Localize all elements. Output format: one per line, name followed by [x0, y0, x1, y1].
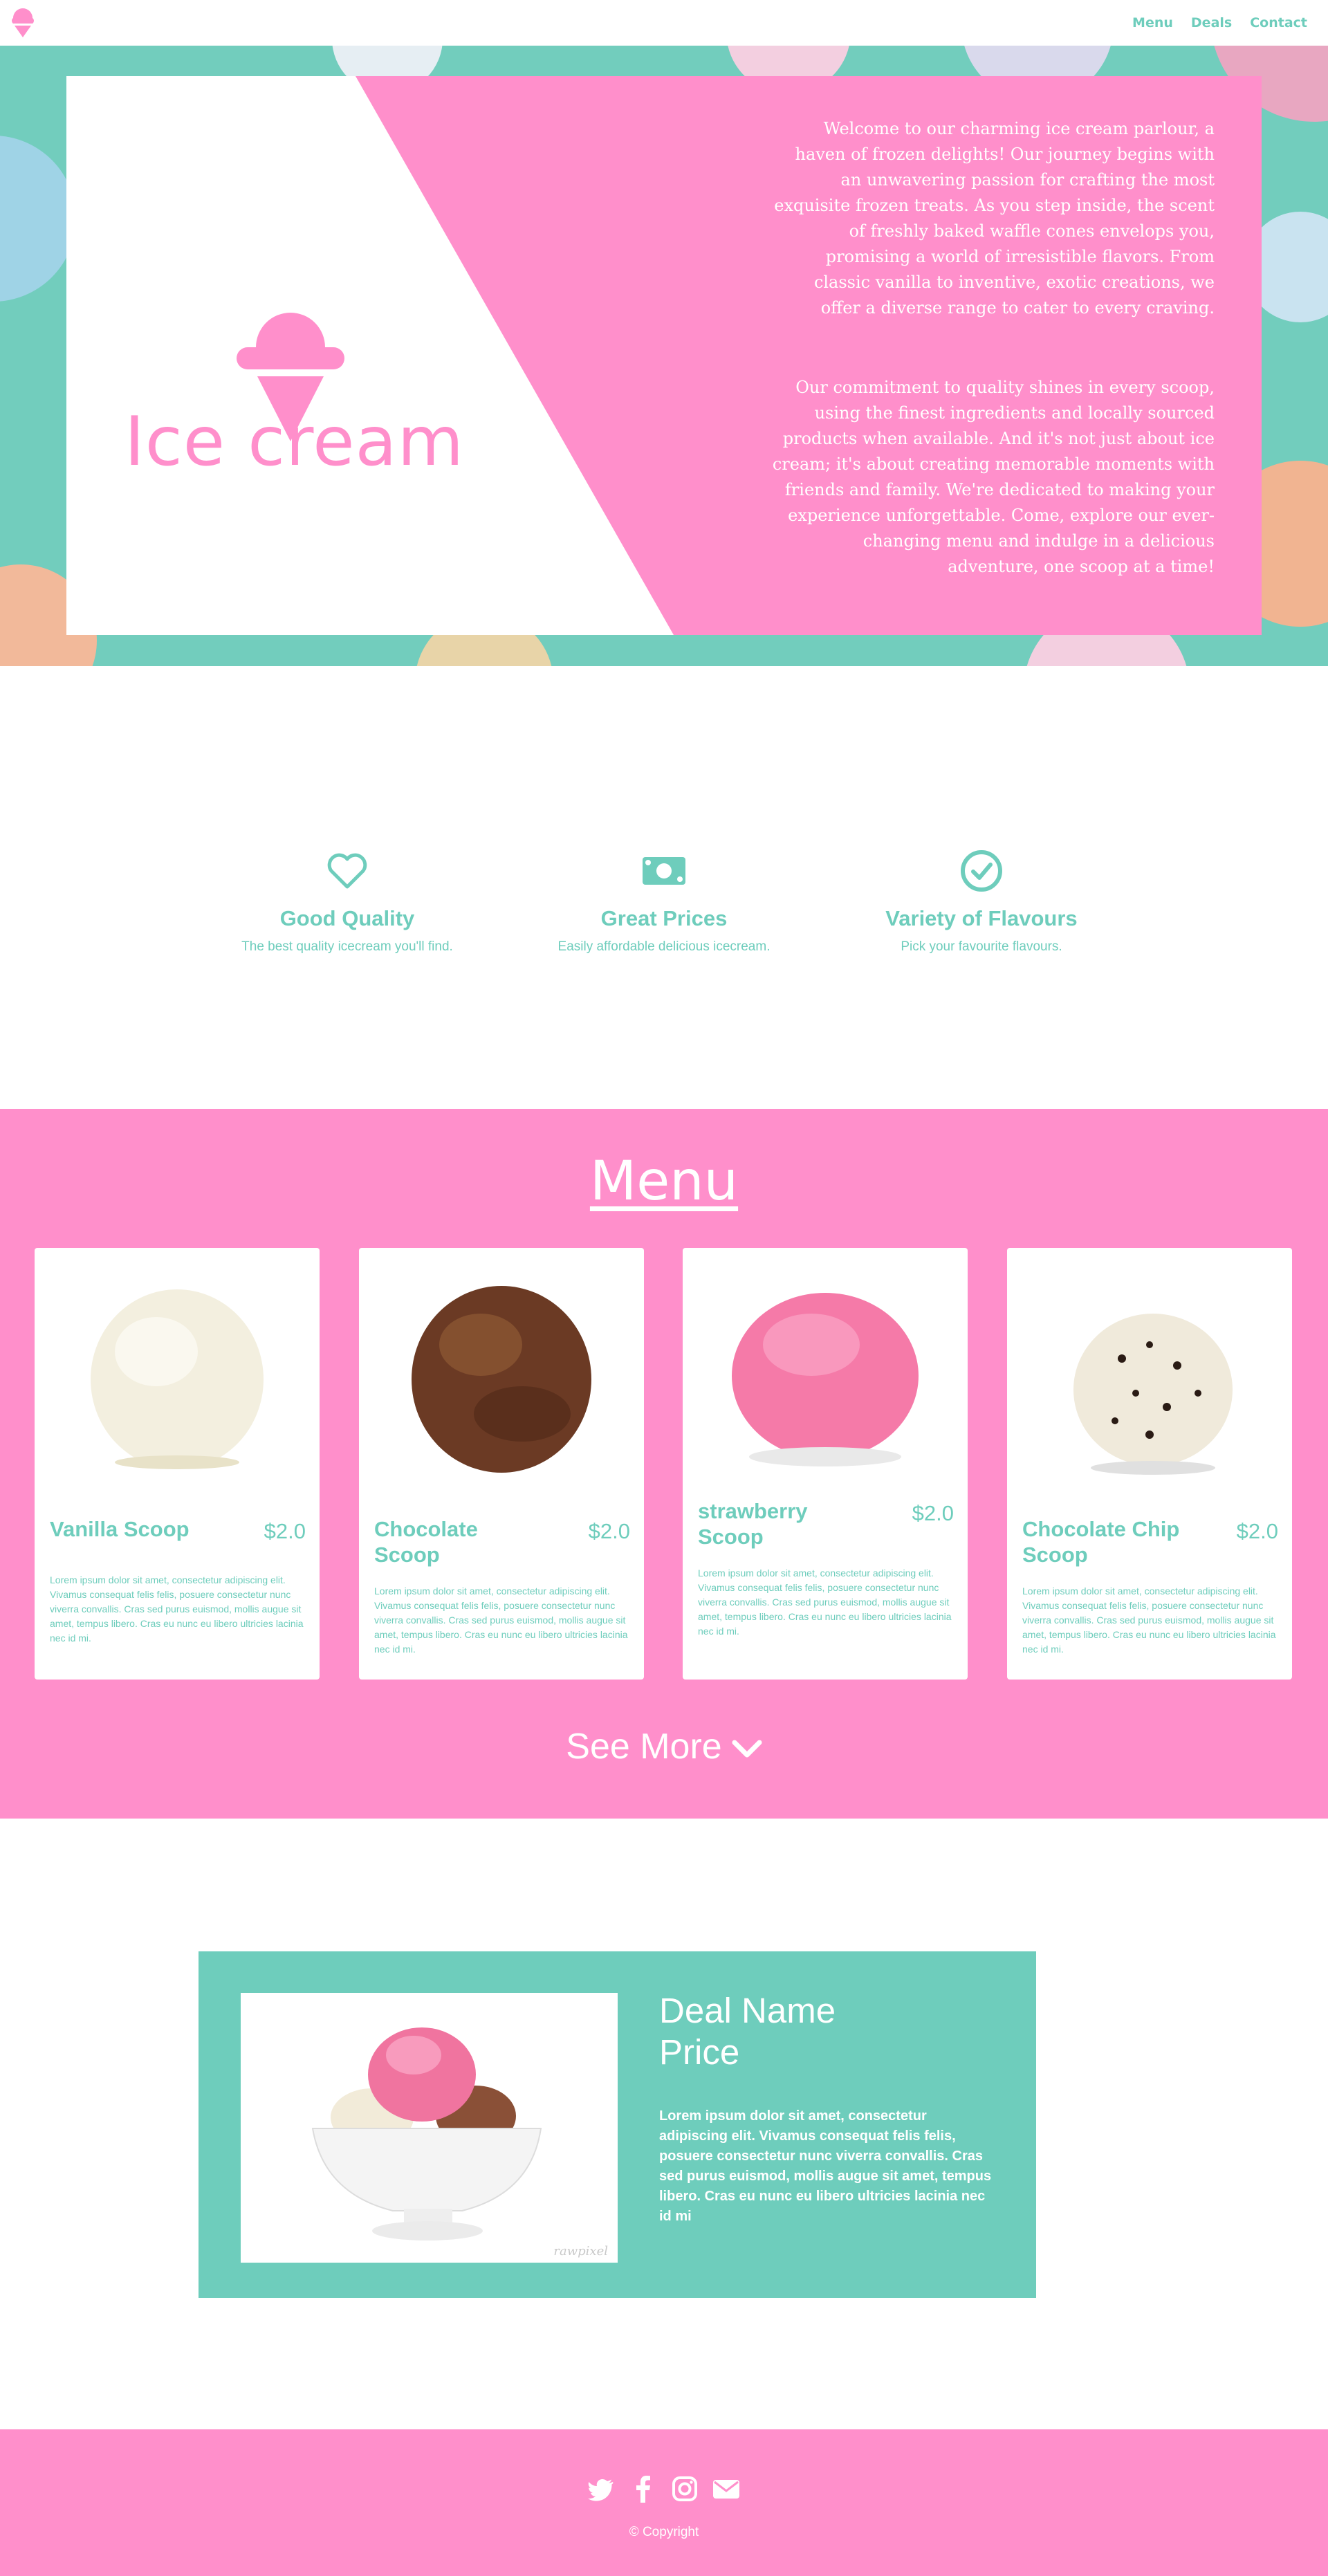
deal-price: Price	[659, 2032, 740, 2072]
heart-icon	[327, 853, 367, 889]
menu-item-name: Chocolate Chip Scoop	[1022, 1517, 1180, 1567]
top-navbar: Menu Deals Contact	[0, 0, 1328, 46]
money-bill-icon	[643, 857, 685, 885]
feature-text: The best quality icecream you'll find.	[241, 939, 453, 954]
nav-link-contact[interactable]: Contact	[1250, 15, 1307, 30]
deal-card[interactable]: rawpixel Deal Name Price Lorem ipsum dol…	[199, 1951, 1036, 2298]
menu-item-description: Lorem ipsum dolor sit amet, consectetur …	[698, 1567, 952, 1637]
check-circle-icon	[961, 850, 1002, 892]
menu-item-name: Chocolate Scoop	[374, 1517, 478, 1567]
menu-item-description: Lorem ipsum dolor sit amet, consectetur …	[374, 1585, 628, 1655]
image-watermark: rawpixel	[553, 2244, 608, 2258]
feature-text: Pick your favourite flavours.	[901, 939, 1062, 954]
menu-item-description: Lorem ipsum dolor sit amet, consectetur …	[1022, 1585, 1276, 1655]
menu-item-price: $2.0	[1236, 1519, 1278, 1543]
menu-item-name: Vanilla Scoop	[50, 1517, 190, 1541]
see-more-button[interactable]: See More	[0, 1726, 1328, 1767]
feature-title: Good Quality	[279, 906, 415, 930]
deal-name: Deal Name	[659, 1991, 836, 2030]
nav-links: Menu Deals Contact	[1132, 0, 1307, 46]
nav-link-menu[interactable]: Menu	[1132, 15, 1173, 30]
deal-title: Deal Name Price	[659, 1990, 836, 2073]
menu-card-vanilla[interactable]: Vanilla Scoop $2.0 Lorem ipsum dolor sit…	[35, 1248, 320, 1680]
menu-item-description: Lorem ipsum dolor sit amet, consectetur …	[50, 1574, 304, 1644]
feature-variety: Variety of Flavours Pick your favourite …	[836, 848, 1127, 955]
menu-item-price: $2.0	[912, 1501, 954, 1525]
email-icon[interactable]	[712, 2475, 740, 2503]
hero-commitment-paragraph: Our commitment to quality shines in ever…	[772, 378, 1215, 576]
feature-title: Variety of Flavours	[885, 906, 1078, 930]
twitter-icon[interactable]	[588, 2475, 616, 2503]
instagram-icon[interactable]	[671, 2475, 699, 2503]
feature-title: Great Prices	[600, 906, 728, 930]
feature-text: Easily affordable delicious icecream.	[557, 939, 771, 954]
vanilla-scoop-image	[91, 1289, 264, 1469]
footer: © Copyright	[0, 2429, 1328, 2576]
ice-cream-cone-icon[interactable]	[8, 6, 37, 39]
strawberry-scoop-image	[732, 1293, 919, 1466]
chevron-down-icon	[732, 1740, 762, 1758]
feature-good-quality: Good Quality The best quality icecream y…	[202, 848, 492, 955]
ice-cream-bowl-image	[311, 2027, 542, 2241]
menu-item-price: $2.0	[264, 1519, 306, 1543]
menu-card-chocolate-chip[interactable]: Chocolate Chip Scoop $2.0 Lorem ipsum do…	[1007, 1248, 1292, 1680]
social-links	[0, 2475, 1328, 2503]
hero-section: Ice cream Welcome to our charming ice cr…	[0, 46, 1328, 666]
features-section: Good Quality The best quality icecream y…	[0, 666, 1328, 1109]
chocolate-scoop-image	[412, 1286, 591, 1473]
menu-section: Menu Vanilla Scoop $2.0 Lorem ipsum dolo…	[0, 1109, 1328, 1819]
deals-section: rawpixel Deal Name Price Lorem ipsum dol…	[0, 1819, 1328, 2429]
nav-link-deals[interactable]: Deals	[1191, 15, 1232, 30]
menu-card-strawberry[interactable]: strawberry Scoop $2.0 Lorem ipsum dolor …	[683, 1248, 968, 1680]
hero-card: Ice cream Welcome to our charming ice cr…	[66, 76, 1262, 635]
see-more-label: See More	[566, 1727, 722, 1767]
feature-great-prices: Great Prices Easily affordable delicious…	[519, 848, 809, 955]
menu-item-price: $2.0	[588, 1519, 630, 1543]
facebook-icon[interactable]	[629, 2475, 657, 2503]
menu-heading: Menu	[589, 1150, 739, 1213]
chocolate-chip-scoop-image	[1073, 1314, 1233, 1475]
deal-description: Lorem ipsum dolor sit amet, consectetur …	[659, 2108, 992, 2224]
copyright-text: © Copyright	[629, 2525, 699, 2539]
hero-title: Ice cream	[124, 403, 465, 481]
menu-item-name: strawberry Scoop	[698, 1499, 808, 1549]
hero-intro-paragraph: Welcome to our charming ice cream parlou…	[774, 119, 1215, 318]
menu-card-chocolate[interactable]: Chocolate Scoop $2.0 Lorem ipsum dolor s…	[359, 1248, 644, 1680]
deal-image: rawpixel	[241, 1993, 618, 2263]
